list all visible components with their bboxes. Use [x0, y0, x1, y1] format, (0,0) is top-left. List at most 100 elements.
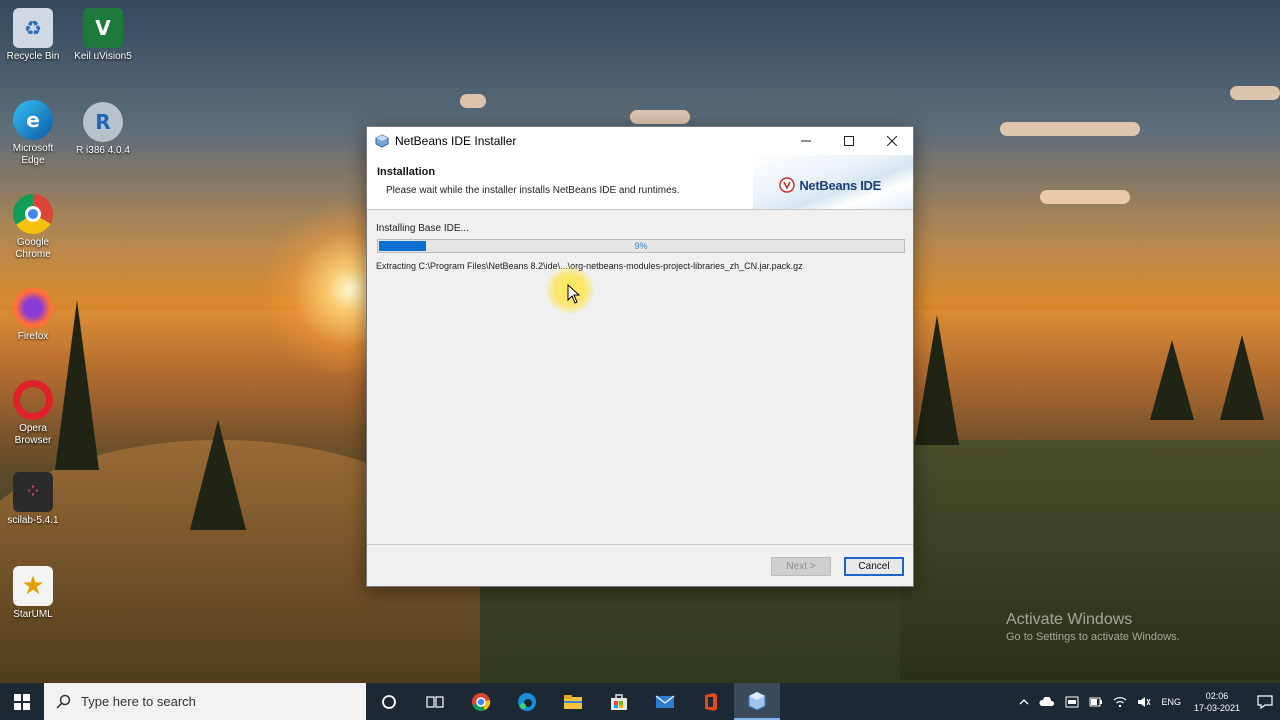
- speaker-icon: [1138, 696, 1151, 707]
- mail-icon: [655, 695, 675, 708]
- chevron-up-icon: [1019, 698, 1029, 704]
- desktop-icon-keil[interactable]: V Keil uVision5: [70, 8, 136, 63]
- tray-overflow-button[interactable]: [1019, 698, 1029, 706]
- task-view-button[interactable]: [412, 683, 458, 720]
- minimize-icon: [800, 140, 811, 142]
- netbeans-app-icon: [375, 134, 389, 148]
- close-icon: [886, 136, 897, 146]
- clock-date: 17-03-2021: [1193, 702, 1240, 713]
- install-progress-bar: 9%: [377, 239, 905, 253]
- keil-icon: V: [83, 8, 123, 48]
- office-icon: [705, 692, 717, 711]
- taskbar-chrome[interactable]: [458, 683, 504, 720]
- staruml-icon: ★: [13, 566, 53, 606]
- header-subtitle: Please wait while the installer installs…: [386, 185, 680, 196]
- desktop-icon-firefox[interactable]: Firefox: [0, 288, 66, 343]
- taskbar-search-box[interactable]: Type here to search: [44, 683, 366, 720]
- netbeans-installer-icon: [748, 690, 766, 711]
- maximize-icon: [843, 136, 854, 146]
- minimize-button[interactable]: [784, 127, 827, 155]
- taskbar-mail[interactable]: [642, 683, 688, 720]
- wallpaper-tree: [1150, 340, 1194, 420]
- clock-time: 02:06: [1205, 690, 1229, 701]
- system-tray: ENG 02:06 17-03-2021: [1014, 683, 1280, 720]
- netbeans-logo: NetBeans IDE: [779, 177, 881, 193]
- tray-app-icon: [1065, 696, 1079, 707]
- desktop-icon-recycle-bin[interactable]: ♻ Recycle Bin: [0, 8, 66, 63]
- wifi-button[interactable]: [1113, 696, 1127, 708]
- watermark-title: Activate Windows: [1006, 611, 1133, 628]
- header-title: Installation: [377, 166, 436, 178]
- search-icon: [56, 694, 71, 709]
- firefox-icon: [13, 288, 53, 328]
- wallpaper-tree: [915, 315, 959, 445]
- tray-app-button[interactable]: [1065, 696, 1079, 708]
- extract-detail-text: Extracting C:\Program Files\NetBeans 8.2…: [376, 261, 803, 271]
- recycle-bin-icon: ♻: [13, 8, 53, 48]
- activate-windows-watermark: Activate Windows Go to Settings to activ…: [1006, 611, 1180, 643]
- wallpaper-cloud: [1000, 122, 1140, 136]
- file-explorer-icon: [564, 694, 582, 709]
- desktop-icon-staruml[interactable]: ★ StarUML: [0, 566, 66, 621]
- chrome-icon: [13, 194, 53, 234]
- progress-percent-label: 9%: [634, 241, 648, 251]
- watermark-subtitle: Go to Settings to activate Windows.: [1006, 631, 1180, 643]
- search-placeholder: Type here to search: [81, 694, 196, 709]
- onedrive-button[interactable]: [1039, 696, 1055, 707]
- wifi-icon: [1114, 696, 1127, 707]
- taskbar-netbeans-installer[interactable]: [734, 683, 780, 720]
- desktop-icon-label: Keil uVision5: [74, 51, 132, 62]
- desktop-icon-label: Firefox: [17, 331, 49, 342]
- desktop-icon-r[interactable]: R R i386 4.0.4: [70, 102, 136, 157]
- next-button[interactable]: Next >: [771, 557, 831, 576]
- title-bar[interactable]: NetBeans IDE Installer: [367, 127, 913, 155]
- installer-window: NetBeans IDE Installer Installation Plea…: [366, 126, 914, 587]
- desktop-icon-label: Microsoft Edge: [12, 143, 54, 166]
- installer-body: Installing Base IDE... 9% Extracting C:\…: [367, 211, 913, 541]
- store-icon: [611, 693, 627, 710]
- desktop-icon-chrome[interactable]: Google Chrome: [0, 194, 66, 261]
- cancel-button[interactable]: Cancel: [844, 557, 904, 576]
- desktop-icon-label: StarUML: [13, 609, 53, 620]
- cortana-icon: [382, 694, 396, 709]
- edge-icon: [518, 692, 536, 711]
- desktop-icon-label: R i386 4.0.4: [76, 145, 130, 156]
- wallpaper-tree: [190, 420, 246, 530]
- wallpaper-field: [900, 440, 1280, 680]
- desktop-icon-edge[interactable]: e Microsoft Edge: [0, 100, 66, 167]
- desktop-icon-scilab[interactable]: ⁘ scilab-5.4.1: [0, 472, 66, 527]
- start-button[interactable]: [0, 683, 44, 720]
- wallpaper-tree: [1220, 335, 1264, 420]
- clock[interactable]: 02:06 17-03-2021: [1194, 690, 1240, 714]
- task-view-icon: [426, 695, 444, 708]
- logo-text: NetBeans IDE: [799, 177, 881, 193]
- volume-button[interactable]: [1137, 696, 1151, 708]
- desktop-icon-label: Google Chrome: [15, 237, 51, 260]
- notification-center-button[interactable]: [1250, 683, 1280, 720]
- netbeans-logo-icon: [779, 177, 796, 193]
- wallpaper-cloud: [460, 94, 486, 108]
- maximize-button[interactable]: [827, 127, 870, 155]
- close-button[interactable]: [870, 127, 913, 155]
- taskbar-edge[interactable]: [504, 683, 550, 720]
- notification-icon: [1257, 694, 1273, 709]
- taskbar-file-explorer[interactable]: [550, 683, 596, 720]
- cortana-button[interactable]: [366, 683, 412, 720]
- wallpaper-cloud: [630, 110, 690, 124]
- desktop-icon-opera[interactable]: Opera Browser: [0, 380, 66, 447]
- mouse-pointer-icon: [567, 284, 581, 304]
- wallpaper-cloud: [1040, 190, 1130, 204]
- battery-button[interactable]: [1089, 697, 1103, 707]
- taskbar-store[interactable]: [596, 683, 642, 720]
- desktop-icon-label: scilab-5.4.1: [7, 515, 59, 526]
- scilab-icon: ⁘: [13, 472, 53, 512]
- windows-logo-icon: [14, 693, 30, 710]
- taskbar-office[interactable]: [688, 683, 734, 720]
- window-title: NetBeans IDE Installer: [395, 134, 517, 148]
- language-indicator[interactable]: ENG: [1161, 697, 1181, 707]
- footer-divider: [367, 544, 913, 545]
- cloud-icon: [1039, 696, 1055, 706]
- battery-icon: [1089, 697, 1103, 706]
- desktop-icon-label: Opera Browser: [14, 423, 52, 446]
- desktop-icon-label: Recycle Bin: [6, 51, 60, 62]
